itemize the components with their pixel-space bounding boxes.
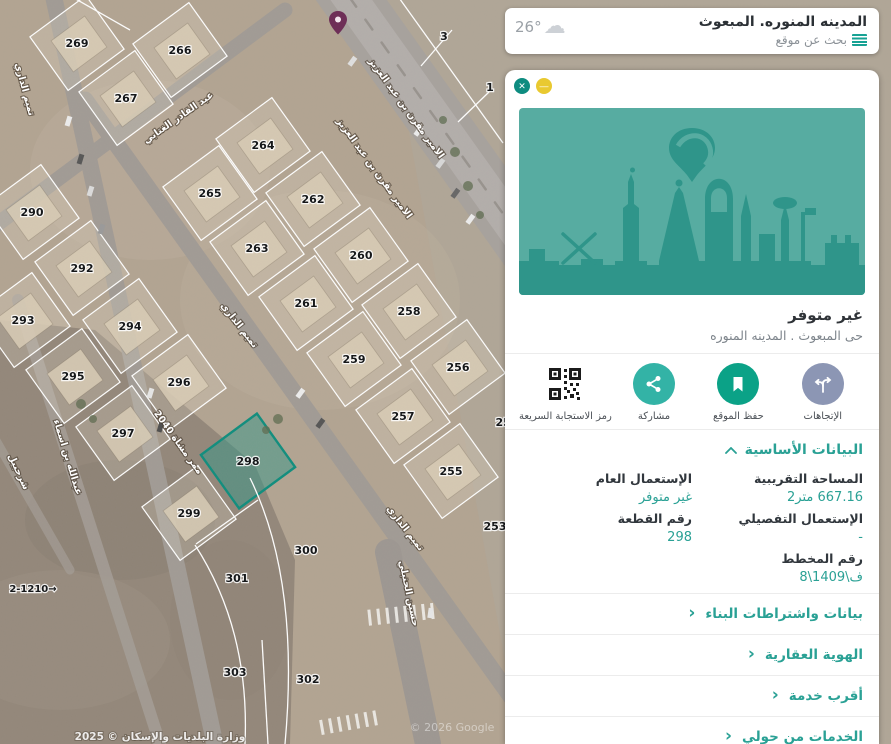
basic-data-fields: المساحة التقريبية 667.16 متر2 الإستعمال … (521, 471, 863, 585)
parcel-label: 255 (440, 465, 463, 478)
bookmark-icon (717, 363, 759, 405)
skyline-illustration (519, 108, 865, 295)
save-location-button[interactable]: حفظ الموقع (696, 363, 780, 422)
basic-data-title: البيانات الأساسية (745, 442, 863, 458)
temperature-label: 26° (515, 18, 542, 36)
share-label: مشاركة (638, 411, 670, 422)
parcel-label: 257 (392, 410, 415, 423)
parcel-label: 266 (169, 44, 192, 57)
parcel-label: 256 (447, 361, 470, 374)
weather-widget: 26° ☁ (515, 17, 566, 37)
top-bar: 26° ☁ المدينه المنوره. المبعوث بحث عن مو… (505, 8, 879, 54)
field-parcel-number: رقم القطعة 298 (521, 511, 692, 545)
page-title: المدينه المنوره. المبعوث (699, 14, 867, 30)
parcel-label: 261 (295, 297, 318, 310)
cloud-icon: ☁ (544, 17, 566, 37)
field-approx-area: المساحة التقريبية 667.16 متر2 (692, 471, 863, 505)
field-detailed-use: الإستعمال التفصيلي - (692, 511, 863, 545)
parcel-label: 264 (252, 139, 275, 152)
minimize-button[interactable]: — (536, 78, 552, 94)
parcel-label: 2-1210→ (9, 584, 56, 595)
basic-data-header[interactable]: البيانات الأساسية (521, 442, 863, 458)
app-window: 269 266 267 290 292 293 294 295 296 297 264 265 262 2… (0, 0, 891, 744)
parcel-label: 258 (398, 305, 421, 318)
parcel-label: 292 (71, 262, 94, 275)
parcel-label: 263 (246, 242, 269, 255)
share-button[interactable]: مشاركة (612, 363, 696, 422)
section-building-conditions[interactable]: بيانات واشتراطات البناء ‹ (505, 594, 879, 634)
section-basic-data: البيانات الأساسية المساحة التقريبية 667.… (505, 430, 879, 593)
chevron-left-icon: ‹ (688, 605, 695, 622)
chevron-left-icon: ‹ (725, 728, 732, 744)
directions-icon (802, 363, 844, 405)
save-location-label: حفظ الموقع (713, 411, 764, 422)
parcel-label: 253 (484, 520, 507, 533)
parcel-label: 296 (168, 376, 191, 389)
qr-code-icon (544, 363, 586, 405)
action-buttons: الإتجاهات حفظ الموقع مشاركة (505, 354, 879, 429)
google-watermark: © 2026 Google (410, 721, 495, 734)
parcel-label: 259 (343, 353, 366, 366)
section-services-around-me[interactable]: الخدمات من حولي ‹ (505, 717, 879, 744)
map-copyright: وزارة البلديات والإسكان © 2025 (75, 731, 246, 743)
search-label: بحث عن موقع (775, 33, 847, 47)
section-nearest-service[interactable]: أقرب خدمة ‹ (505, 676, 879, 716)
parcel-label: 262 (302, 193, 325, 206)
placeholder-image (519, 108, 865, 295)
qr-code-button[interactable]: رمز الاستجابة السريعة (519, 363, 612, 422)
parcel-label: 300 (295, 544, 318, 557)
directions-button[interactable]: الإتجاهات (781, 363, 865, 422)
address-text: حى المبعوث . المدينه المنوره (521, 328, 863, 343)
close-button[interactable]: ✕ (514, 78, 530, 94)
parcel-label: 295 (62, 370, 85, 383)
parcel-label: 299 (178, 507, 201, 520)
share-icon (633, 363, 675, 405)
chevron-left-icon: ‹ (772, 687, 779, 704)
qr-code-label: رمز الاستجابة السريعة (519, 411, 612, 422)
parcel-label: 1 (486, 81, 494, 94)
status-text: غير متوفر (521, 306, 863, 324)
field-plan-number: رقم المخطط ف\1409\8 (692, 551, 863, 585)
field-general-use: الإستعمال العام غير متوفر (521, 471, 692, 505)
parcel-label: 260 (350, 249, 373, 262)
parcel-label: 269 (66, 37, 89, 50)
search-location-button[interactable]: بحث عن موقع (699, 33, 867, 47)
parcel-label: 302 (297, 673, 320, 686)
parcel-label: 265 (199, 187, 222, 200)
parcel-label: 297 (112, 427, 135, 440)
parcel-label: 3 (440, 30, 448, 43)
section-real-estate-identity[interactable]: الهوية العقارية ‹ (505, 635, 879, 675)
parcel-label: 294 (119, 320, 142, 333)
parcel-label: 303 (224, 666, 247, 679)
chevron-left-icon: ‹ (748, 646, 755, 663)
parcel-label: 267 (115, 92, 138, 105)
chevron-up-icon (725, 447, 737, 454)
directions-label: الإتجاهات (804, 411, 843, 422)
menu-icon (852, 34, 867, 46)
parcel-label: 298 (237, 455, 260, 468)
parcel-label: 293 (12, 314, 35, 327)
details-panel: ✕ — غير متوفر حى الم (505, 70, 879, 744)
parcel-label: 290 (21, 206, 44, 219)
parcel-label: 301 (226, 572, 249, 585)
